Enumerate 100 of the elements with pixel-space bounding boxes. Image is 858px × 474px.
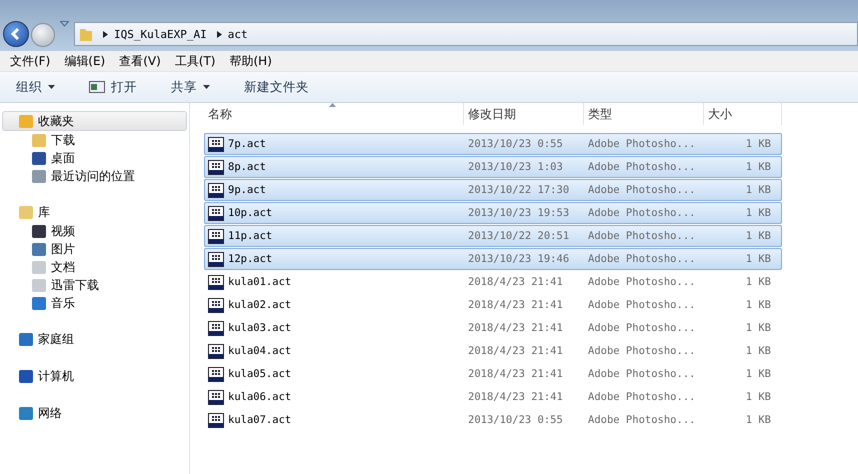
toolbar-button[interactable]: 组织 bbox=[10, 76, 61, 98]
file-row[interactable]: 9p.act 2013/10/22 17:30 Adobe Photosho... 1 KB bbox=[204, 179, 782, 201]
column-header[interactable]: 大小 bbox=[704, 103, 782, 125]
window-icon bbox=[89, 81, 105, 93]
file-size: 1 KB bbox=[744, 253, 772, 265]
sidebar-item[interactable]: 文档 bbox=[0, 258, 189, 276]
file-row[interactable]: kula06.act 2018/4/23 21:41 Adobe Photosho... 1 KB bbox=[204, 386, 782, 408]
file-row[interactable]: 12p.act 2013/10/23 19:46 Adobe Photosho... 1 KB bbox=[204, 248, 782, 270]
file-row[interactable]: kula07.act 2013/10/23 0:55 Adobe Photosho... 1 KB bbox=[204, 409, 782, 431]
sidebar-item[interactable]: 下载 bbox=[0, 131, 189, 149]
modified-date: 2018/4/23 21:41 bbox=[467, 299, 564, 311]
file-name: 12p.act bbox=[228, 253, 272, 265]
file-row[interactable]: kula03.act 2018/4/23 21:41 Adobe Photosho... 1 KB bbox=[204, 317, 782, 339]
file-row[interactable]: kula05.act 2018/4/23 21:41 Adobe Photosho... 1 KB bbox=[204, 363, 782, 385]
file-name: kula06.act bbox=[228, 391, 292, 403]
file-size: 1 KB bbox=[744, 299, 772, 311]
caret-icon bbox=[203, 85, 210, 89]
sidebar-item[interactable]: 网络 bbox=[2, 403, 187, 423]
file-name: 9p.act bbox=[228, 184, 266, 196]
file-row[interactable]: 11p.act 2013/10/22 20:51 Adobe Photosho... 1 KB bbox=[204, 225, 782, 247]
sidebar-item[interactable]: 迅雷下载 bbox=[0, 276, 189, 294]
file-name: kula02.act bbox=[228, 299, 292, 311]
sidebar-item[interactable]: 桌面 bbox=[0, 149, 189, 167]
file-type: Adobe Photosho... bbox=[587, 161, 696, 173]
toolbar-button[interactable]: 共享 bbox=[165, 76, 216, 98]
toolbar-button[interactable]: 新建文件夹 bbox=[238, 76, 315, 98]
sidebar-item[interactable]: 音乐 bbox=[0, 294, 189, 312]
file-size: 1 KB bbox=[744, 391, 772, 403]
file-row[interactable]: kula04.act 2018/4/23 21:41 Adobe Photosho... 1 KB bbox=[204, 340, 782, 362]
file-type: Adobe Photosho... bbox=[587, 230, 696, 242]
back-button[interactable] bbox=[3, 21, 29, 47]
file-size: 1 KB bbox=[744, 230, 772, 242]
modified-date: 2018/4/23 21:41 bbox=[467, 322, 564, 334]
column-header[interactable]: 类型 bbox=[584, 103, 704, 125]
sidebar-item[interactable]: 收藏夹 bbox=[2, 111, 187, 131]
file-size: 1 KB bbox=[744, 207, 772, 219]
file-name: 11p.act bbox=[228, 230, 272, 242]
modified-date: 2013/10/23 0:55 bbox=[467, 414, 564, 426]
sidebar-item[interactable]: 最近访问的位置 bbox=[0, 167, 189, 185]
menu-item[interactable]: 查看(V) bbox=[119, 52, 161, 70]
file-icon bbox=[208, 344, 224, 358]
file-row[interactable]: 8p.act 2013/10/23 1:03 Adobe Photosho... 1 KB bbox=[204, 156, 782, 178]
breadcrumb-item[interactable]: act bbox=[228, 28, 248, 40]
file-type: Adobe Photosho... bbox=[587, 184, 696, 196]
file-icon bbox=[208, 160, 224, 174]
file-name: 10p.act bbox=[228, 207, 272, 219]
sidebar-item[interactable]: 计算机 bbox=[2, 366, 187, 386]
file-size: 1 KB bbox=[744, 161, 772, 173]
menu-item[interactable]: 编辑(E) bbox=[64, 52, 106, 70]
file-size: 1 KB bbox=[744, 414, 772, 426]
folder-icon bbox=[79, 26, 93, 42]
sidebar-item[interactable]: 视频 bbox=[0, 222, 189, 240]
file-name: 8p.act bbox=[228, 161, 266, 173]
modified-date: 2018/4/23 21:41 bbox=[467, 345, 564, 357]
file-name: kula01.act bbox=[228, 276, 292, 288]
file-type: Adobe Photosho... bbox=[587, 138, 696, 150]
file-icon bbox=[208, 390, 224, 404]
file-icon bbox=[208, 366, 224, 382]
file-type: Adobe Photosho... bbox=[587, 414, 696, 426]
file-type: Adobe Photosho... bbox=[587, 322, 696, 334]
breadcrumb-item[interactable]: IQS_KulaEXP_AI bbox=[114, 28, 207, 40]
modified-date: 2013/10/23 1:03 bbox=[467, 161, 564, 173]
modified-date: 2018/4/23 21:41 bbox=[467, 391, 564, 403]
file-size: 1 KB bbox=[744, 184, 772, 196]
sidebar-item[interactable]: 家庭组 bbox=[2, 329, 187, 349]
file-size: 1 KB bbox=[744, 368, 772, 380]
file-type: Adobe Photosho... bbox=[587, 368, 696, 380]
modified-date: 2018/4/23 21:41 bbox=[467, 276, 564, 288]
file-row[interactable]: 7p.act 2013/10/23 0:55 Adobe Photosho... 1 KB bbox=[204, 133, 782, 155]
file-size: 1 KB bbox=[744, 138, 772, 150]
chevron-icon bbox=[216, 30, 222, 38]
file-icon bbox=[208, 136, 224, 152]
file-row[interactable]: kula02.act 2018/4/23 21:41 Adobe Photosho... 1 KB bbox=[204, 294, 782, 316]
file-icon bbox=[208, 228, 224, 244]
file-type: Adobe Photosho... bbox=[587, 207, 696, 219]
file-name: kula03.act bbox=[228, 322, 292, 334]
file-row[interactable]: 10p.act 2013/10/23 19:53 Adobe Photosho... 1 KB bbox=[204, 202, 782, 224]
toolbar-button[interactable]: 打开 bbox=[83, 76, 143, 98]
menu-item[interactable]: 工具(T) bbox=[174, 52, 216, 70]
file-row[interactable]: kula01.act 2018/4/23 21:41 Adobe Photosho... 1 KB bbox=[204, 271, 782, 293]
file-icon bbox=[208, 274, 224, 290]
modified-date: 2018/4/23 21:41 bbox=[467, 368, 564, 380]
history-dropdown-icon[interactable] bbox=[60, 20, 69, 26]
column-header[interactable]: 修改日期 bbox=[464, 103, 584, 125]
menu-item[interactable]: 帮助(H) bbox=[230, 52, 272, 70]
file-type: Adobe Photosho... bbox=[587, 253, 696, 265]
sidebar-item[interactable]: 库 bbox=[2, 202, 187, 222]
file-icon bbox=[208, 298, 224, 312]
file-size: 1 KB bbox=[744, 276, 772, 288]
file-icon bbox=[208, 412, 224, 428]
file-name: kula07.act bbox=[228, 414, 292, 426]
modified-date: 2013/10/22 17:30 bbox=[467, 184, 570, 196]
file-icon bbox=[208, 252, 224, 266]
file-size: 1 KB bbox=[744, 345, 772, 357]
menu-item[interactable]: 文件(F) bbox=[10, 52, 50, 70]
address-bar[interactable]: IQS_KulaEXP_AI act bbox=[74, 22, 858, 46]
file-icon bbox=[208, 206, 224, 220]
modified-date: 2013/10/23 0:55 bbox=[467, 138, 564, 150]
sidebar-item[interactable]: 图片 bbox=[0, 240, 189, 258]
file-icon bbox=[208, 182, 224, 198]
